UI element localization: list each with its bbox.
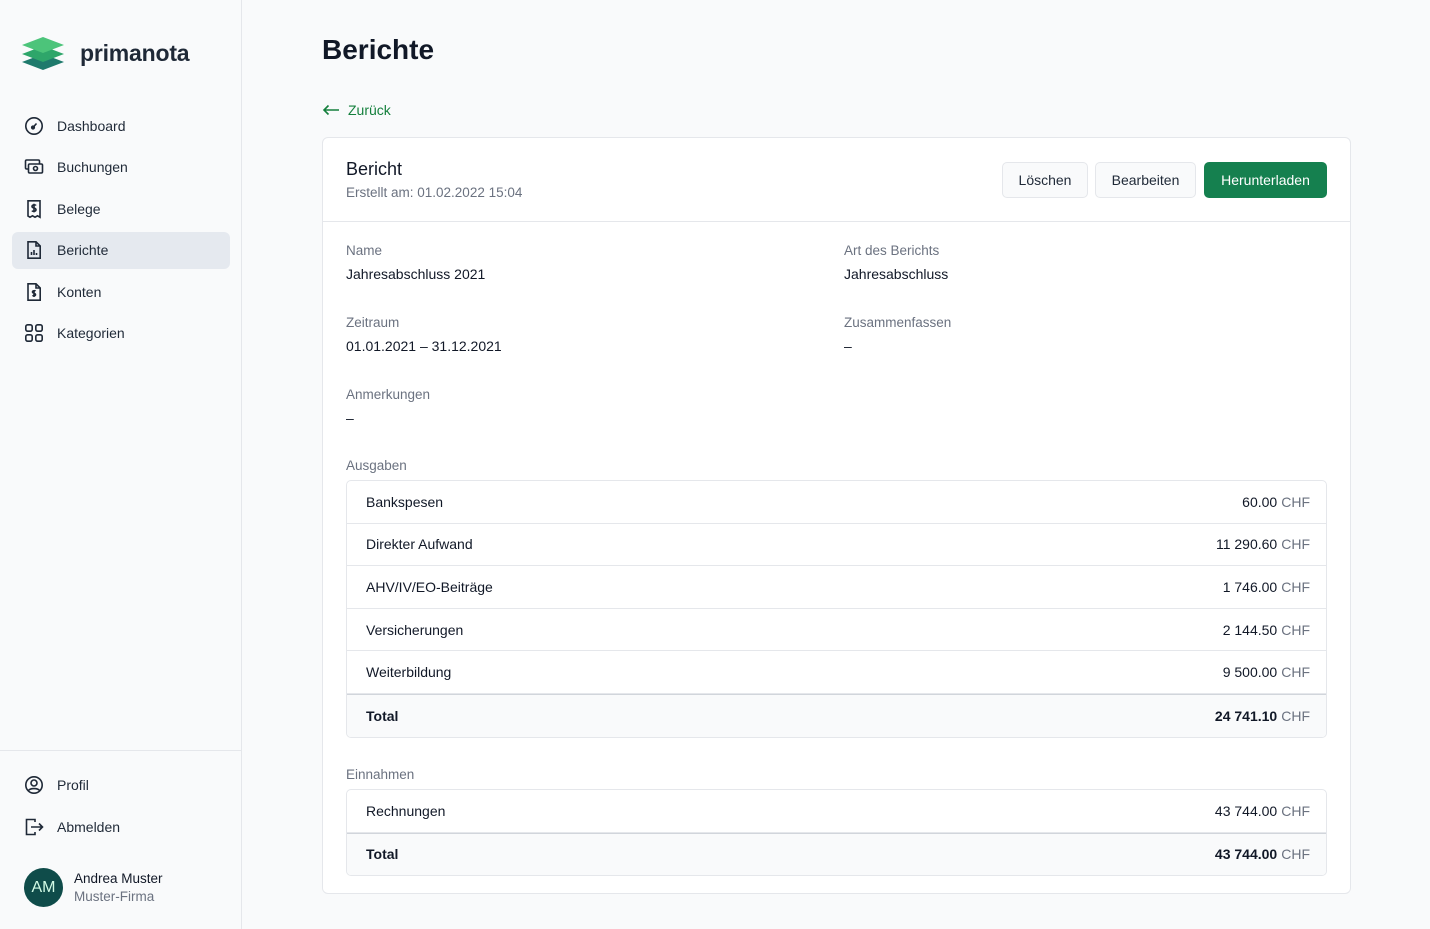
expenses-table: Bankspesen 60.00 CHF Direkter Aufwand 11 … <box>346 480 1327 738</box>
main-nav: Dashboard Buchungen Belege Berichte Kont… <box>12 107 230 357</box>
sidebar: primanota Dashboard Buchungen Belege Ber… <box>0 0 242 929</box>
logo[interactable]: primanota <box>22 34 190 72</box>
cash-icon <box>24 159 44 174</box>
row-name: Total <box>366 707 399 724</box>
back-link-label: Zurück <box>348 102 391 118</box>
row-amount: 1 746.00 <box>1222 578 1278 595</box>
sidebar-item-label: Abmelden <box>57 818 121 835</box>
income-table: Rechnungen 43 744.00 CHF Total 43 744.00 C… <box>346 789 1327 877</box>
field-notes: Anmerkungen – <box>346 386 430 427</box>
sidebar-item-kategorien[interactable]: Kategorien <box>12 315 230 352</box>
row-amount: 9 500.00 <box>1222 664 1278 681</box>
sidebar-item-dashboard[interactable]: Dashboard <box>12 107 230 144</box>
row-name: Direkter Aufwand <box>366 536 473 553</box>
sidebar-item-label: Dashboard <box>57 117 126 134</box>
back-link[interactable]: Zurück <box>322 102 391 118</box>
row-currency: CHF <box>1281 846 1310 863</box>
field-label: Anmerkungen <box>346 387 431 402</box>
field-label: Zeitraum <box>346 315 400 330</box>
field-label: Name <box>346 243 383 258</box>
row-name: Rechnungen <box>366 802 446 819</box>
field-type: Art des Berichts Jahresabschluss <box>844 242 948 283</box>
table-row: Direkter Aufwand 11 290.60 CHF <box>347 524 1326 567</box>
row-currency: CHF <box>1281 536 1310 553</box>
field-value: 01.01.2021 – 31.12.2021 <box>346 338 502 354</box>
sidebar-item-label: Profil <box>57 776 89 793</box>
table-row: Rechnungen 43 744.00 CHF <box>347 790 1326 833</box>
table-total-row: Total 24 741.10 CHF <box>347 693 1326 737</box>
user-name: Andrea Muster <box>74 870 163 886</box>
table-row: Bankspesen 60.00 CHF <box>347 481 1326 524</box>
user-circle-icon <box>25 775 43 794</box>
row-name: Bankspesen <box>366 493 444 510</box>
row-currency: CHF <box>1281 664 1310 681</box>
table-row: Versicherungen 2 144.50 CHF <box>347 609 1326 652</box>
row-currency: CHF <box>1281 802 1310 819</box>
row-name: AHV/IV/EO-Beiträge <box>366 578 493 595</box>
field-value: Jahresabschluss <box>844 266 949 282</box>
row-amount: 11 290.60 <box>1215 536 1278 553</box>
row-name: Total <box>366 846 399 863</box>
field-label: Zusammenfassen <box>844 315 952 330</box>
sidebar-item-label: Berichte <box>57 242 109 259</box>
logo-layers-icon <box>22 37 64 70</box>
row-amount: 60.00 <box>1242 493 1278 510</box>
income-label: Einnahmen <box>346 767 415 782</box>
field-name: Name Jahresabschluss 2021 <box>346 242 485 283</box>
report-header: Bericht Erstellt am: 01.02.2022 15:04 Lö… <box>323 138 1350 222</box>
user-company: Muster-Firma <box>74 888 155 904</box>
bottom-nav: Profil Abmelden <box>12 766 230 850</box>
table-row: AHV/IV/EO-Beiträge 1 746.00 CHF <box>347 566 1326 609</box>
report-created: Erstellt am: 01.02.2022 15:04 <box>346 185 523 200</box>
row-currency: CHF <box>1281 707 1310 724</box>
row-currency: CHF <box>1281 578 1310 595</box>
field-label: Art des Berichts <box>844 243 940 258</box>
delete-button[interactable]: Löschen <box>1002 162 1088 198</box>
sidebar-item-label: Konten <box>57 283 102 300</box>
document-dollar-icon <box>27 282 41 301</box>
row-amount: 2 144.50 <box>1222 621 1278 638</box>
page-title: Berichte <box>322 34 435 65</box>
field-summarize: Zusammenfassen – <box>844 314 951 355</box>
sidebar-item-label: Buchungen <box>57 159 128 176</box>
sidebar-item-label: Belege <box>57 200 101 217</box>
row-currency: CHF <box>1281 621 1310 638</box>
logo-text: primanota <box>80 39 190 66</box>
sidebar-item-konten[interactable]: Konten <box>12 273 230 310</box>
avatar: AM <box>24 868 63 907</box>
sidebar-item-belege[interactable]: Belege <box>12 190 230 227</box>
receipt-icon <box>27 199 41 219</box>
row-currency: CHF <box>1281 493 1310 510</box>
table-row: Weiterbildung 9 500.00 CHF <box>347 651 1326 694</box>
sidebar-divider <box>0 750 242 751</box>
row-name: Versicherungen <box>366 621 464 638</box>
field-value: – <box>844 338 852 354</box>
report-card: Bericht Erstellt am: 01.02.2022 15:04 Lö… <box>322 137 1351 894</box>
download-button[interactable]: Herunterladen <box>1204 162 1327 198</box>
report-title: Bericht <box>346 159 403 179</box>
grid-icon <box>24 324 44 343</box>
sidebar-item-profil[interactable]: Profil <box>12 766 230 803</box>
row-amount: 43 744.00 <box>1214 846 1278 863</box>
row-name: Weiterbildung <box>366 664 452 681</box>
sidebar-item-abmelden[interactable]: Abmelden <box>12 808 230 845</box>
sidebar-item-berichte[interactable]: Berichte <box>12 231 230 269</box>
user-profile[interactable]: AM Andrea Muster Muster-Firma <box>24 868 163 907</box>
sidebar-item-buchungen[interactable]: Buchungen <box>12 149 230 186</box>
table-total-row: Total 43 744.00 CHF <box>347 832 1326 876</box>
arrow-left-icon <box>322 104 339 116</box>
row-amount: 43 744.00 <box>1214 802 1278 819</box>
row-amount: 24 741.10 <box>1214 707 1278 724</box>
sidebar-item-label: Kategorien <box>57 325 125 342</box>
expenses-label: Ausgaben <box>346 458 407 473</box>
edit-button[interactable]: Bearbeiten <box>1095 162 1196 198</box>
logout-icon <box>25 818 44 835</box>
field-period: Zeitraum 01.01.2021 – 31.12.2021 <box>346 314 502 355</box>
field-value: – <box>346 410 354 426</box>
field-value: Jahresabschluss 2021 <box>346 266 486 282</box>
dashboard-gauge-icon <box>25 116 43 135</box>
report-chart-icon <box>27 241 41 260</box>
